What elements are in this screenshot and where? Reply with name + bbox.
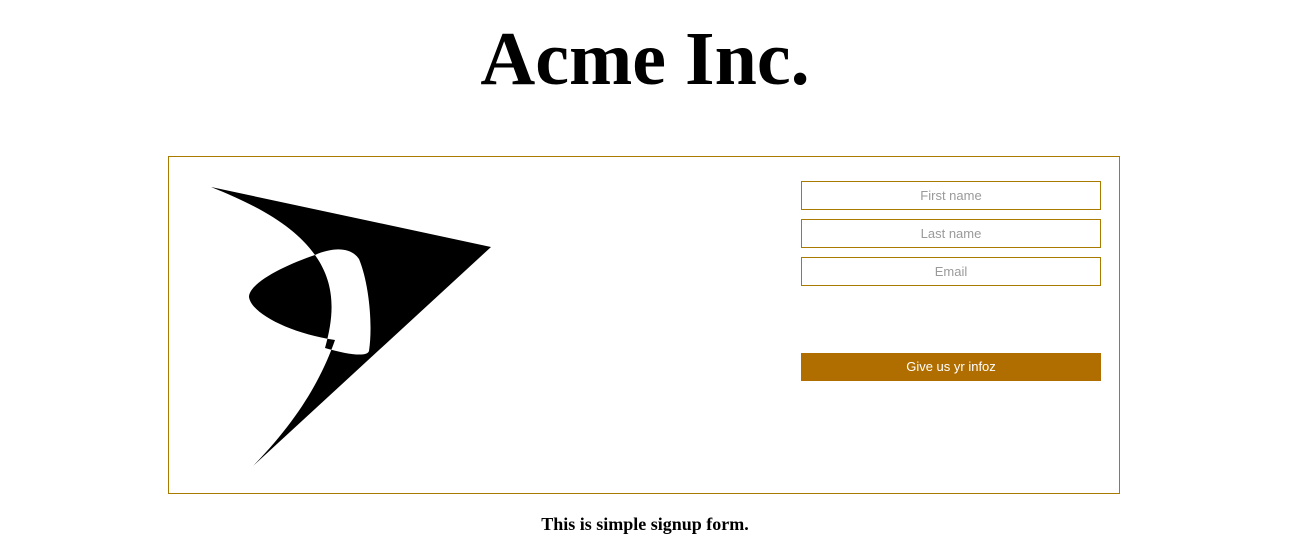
form-caption: This is simple signup form.: [541, 514, 749, 534]
acme-arrow-logo-icon: [211, 187, 491, 466]
signup-form-panel: Give us yr infoz: [168, 156, 1120, 494]
email-field[interactable]: [801, 257, 1101, 286]
page-title: Acme Inc.: [480, 17, 810, 101]
first-name-field[interactable]: [801, 181, 1101, 210]
last-name-field[interactable]: [801, 219, 1101, 248]
submit-button[interactable]: Give us yr infoz: [801, 353, 1101, 381]
